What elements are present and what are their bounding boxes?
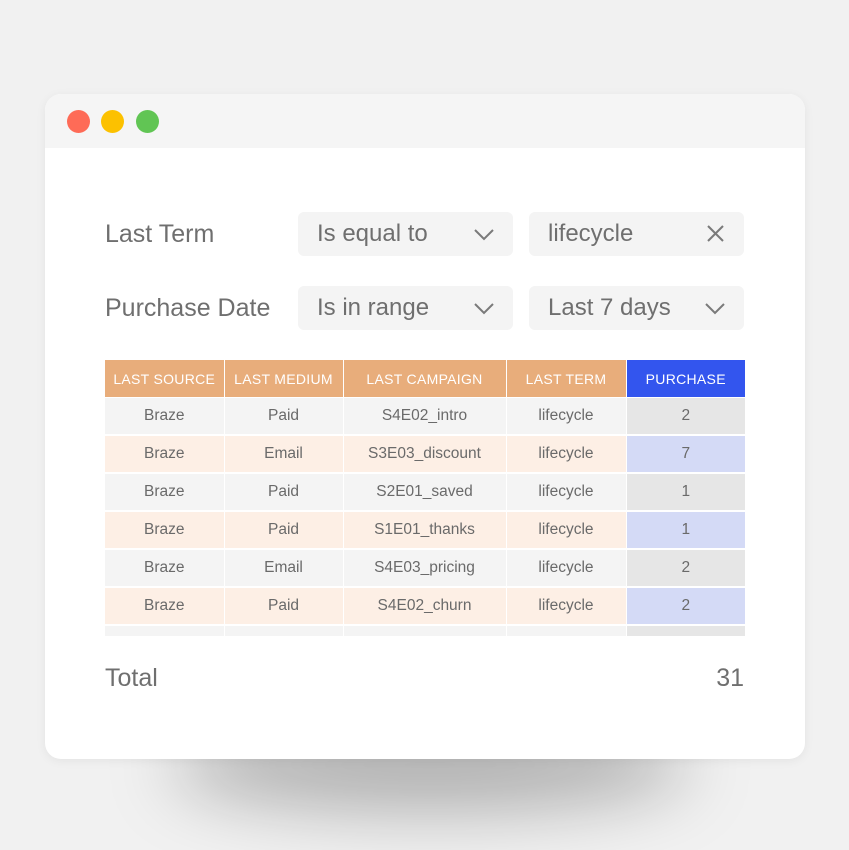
cell-purchase: 2 [626,587,745,626]
close-window-button[interactable] [67,110,90,133]
column-header-purchase[interactable]: PURCHASE [626,360,745,398]
maximize-window-button[interactable] [136,110,159,133]
column-header-last-campaign[interactable]: LAST CAMPAIGN [343,360,507,398]
results-table: LAST SOURCE LAST MEDIUM LAST CAMPAIGN LA… [105,360,745,636]
cell-purchase: 2 [626,549,745,588]
table-row: Braze Paid S2E01_saved lifecycle 1 [105,473,745,512]
operator-value: Is equal to [317,220,428,247]
cell-campaign: S4E03_pricing [343,549,507,588]
table-row: Braze Email S3E03_discount lifecycle 7 [105,435,745,474]
cell-source: Braze [105,435,225,474]
column-header-last-source[interactable]: LAST SOURCE [105,360,225,398]
cell-medium: Paid [224,587,344,626]
chevron-down-icon [705,303,725,315]
column-header-last-term[interactable]: LAST TERM [506,360,627,398]
cell-campaign: S4E02_churn [343,587,507,626]
table-row: Braze Paid S1E01_thanks lifecycle 1 [105,511,745,550]
cell-campaign: S2E01_saved [343,473,507,512]
close-icon[interactable] [704,224,726,244]
cell-term: lifecycle [506,511,627,550]
chevron-down-icon [474,303,494,315]
cell-medium: Email [224,435,344,474]
cell-medium: Paid [224,397,344,436]
cell-purchase: 2 [626,397,745,436]
title-bar [45,94,805,148]
table-header-row: LAST SOURCE LAST MEDIUM LAST CAMPAIGN LA… [105,360,745,398]
table-row: Braze Email S4E03_pricing lifecycle 2 [105,549,745,588]
filter-label: Last Term [105,220,215,248]
filter-value: lifecycle [548,220,634,247]
cell-purchase: 1 [626,473,745,512]
cell-source: Braze [105,473,225,512]
cell-campaign: S4E02_intro [343,397,507,436]
date-range-dropdown[interactable]: Last 7 days [529,286,744,330]
table-row: Braze Paid S4E02_intro lifecycle 2 [105,397,745,436]
total-value: 31 [716,664,744,692]
cell-source: Braze [105,549,225,588]
cell-medium: Paid [224,511,344,550]
results-table-container[interactable]: LAST SOURCE LAST MEDIUM LAST CAMPAIGN LA… [105,360,745,636]
filter-label: Purchase Date [105,294,271,322]
operator-dropdown[interactable]: Is equal to [298,212,513,256]
operator-value: Is in range [317,294,430,321]
app-window: Last Term Is equal to lifecycle Purchase… [45,94,805,759]
cell-term: lifecycle [506,435,627,474]
cell-purchase: 7 [626,435,745,474]
column-header-last-medium[interactable]: LAST MEDIUM [224,360,344,398]
chevron-down-icon [474,229,494,241]
cell-term: lifecycle [506,549,627,588]
cell-term: lifecycle [506,473,627,512]
operator-dropdown[interactable]: Is in range [298,286,513,330]
filter-row-purchase-date: Purchase Date Is in range Last 7 days [45,286,805,330]
filter-row-last-term: Last Term Is equal to lifecycle [45,212,805,256]
cell-purchase: 1 [626,511,745,550]
cell-medium: Paid [224,473,344,512]
minimize-window-button[interactable] [101,110,124,133]
table-row: Braze Paid S4E02_churn lifecycle 2 [105,587,745,626]
value-input[interactable]: lifecycle [529,212,744,256]
cell-source: Braze [105,587,225,626]
cell-medium: Email [224,549,344,588]
cell-campaign: S1E01_thanks [343,511,507,550]
cell-source: Braze [105,511,225,550]
filter-value: Last 7 days [548,294,671,321]
cell-campaign: S3E03_discount [343,435,507,474]
cell-source: Braze [105,397,225,436]
cell-term: lifecycle [506,397,627,436]
total-label: Total [105,664,158,692]
table-row-partial [105,625,745,636]
cell-term: lifecycle [506,587,627,626]
